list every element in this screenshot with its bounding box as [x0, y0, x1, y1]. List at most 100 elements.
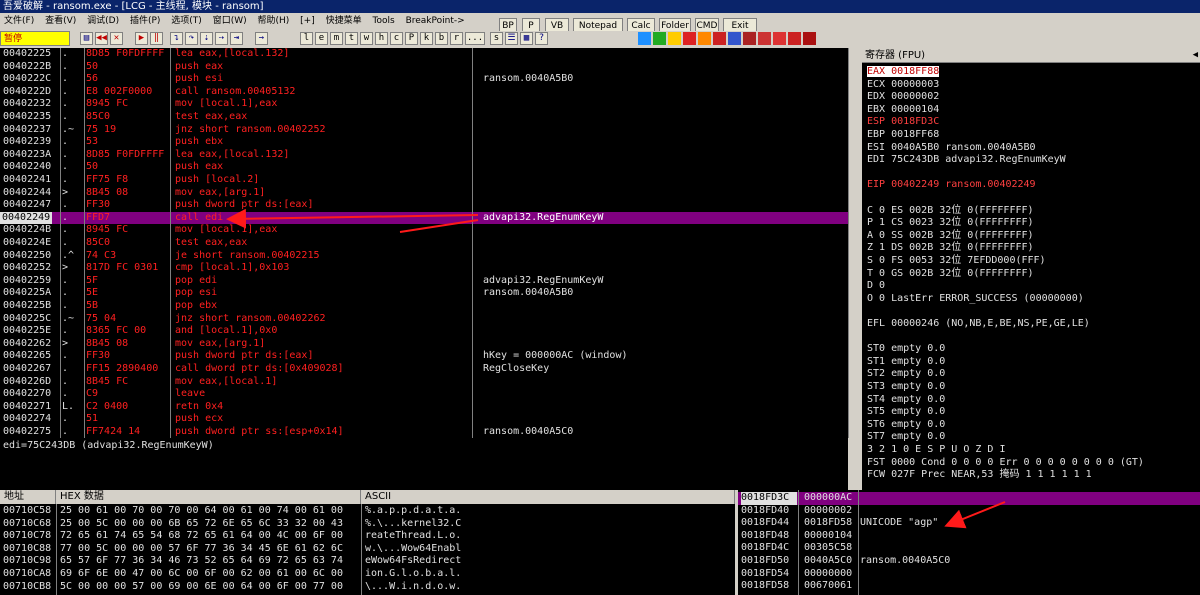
- disasm-row[interactable]: 0040222D. E8 002F0000 call ransom.00405132: [0, 86, 848, 99]
- register-line[interactable]: ST3 empty 0.0: [867, 381, 945, 393]
- disasm-row[interactable]: 00402225. 8D85 F0FDFFFF lea eax,[local.132…: [0, 48, 848, 61]
- disasm-row[interactable]: 00402259. 5F pop edi advapi32.RegEnumKeyW: [0, 275, 848, 288]
- toolbar-b[interactable]: b: [435, 32, 448, 45]
- run-icon[interactable]: ▶: [135, 32, 148, 45]
- toolbar-l[interactable]: l: [300, 32, 313, 45]
- disasm-row[interactable]: 0040222B. 50 push eax: [0, 61, 848, 74]
- disasm-row[interactable]: 0040225B. 5B pop ebx: [0, 300, 848, 313]
- disasm-row[interactable]: 0040223A. 8D85 F0FDFFFF lea eax,[local.132…: [0, 149, 848, 162]
- dump-row[interactable]: 00710CB8 5C 00 00 00 57 00 69 00 6E 00 64…: [0, 581, 735, 594]
- register-line[interactable]: S 0 FS 0053 32位 7EFDD000(FFF): [867, 255, 1046, 267]
- stack-row[interactable]: 0018FD40 00000002: [738, 505, 1200, 518]
- disassembly-pane[interactable]: 00402225. 8D85 F0FDFFFF lea eax,[local.132…: [0, 48, 848, 438]
- register-line[interactable]: EIP 00402249 ransom.00402249: [867, 179, 1036, 191]
- toolbar-r[interactable]: r: [450, 32, 463, 45]
- disasm-row[interactable]: 00402271 L. C2 0400 retn 0x4: [0, 401, 848, 414]
- register-line[interactable]: O 0 LastErr ERROR_SUCCESS (00000000): [867, 293, 1084, 305]
- registers-title[interactable]: 寄存器 (FPU): [862, 48, 1200, 63]
- disasm-row[interactable]: 00402274. 51 push ecx: [0, 413, 848, 426]
- plugin-icon-8[interactable]: [743, 32, 756, 45]
- plugin-icon-10[interactable]: [773, 32, 786, 45]
- register-line[interactable]: T 0 GS 002B 32位 0(FFFFFFFF): [867, 268, 1034, 280]
- disasm-row[interactable]: 0040225E. 8365 FC 00 and [local.1],0x0: [0, 325, 848, 338]
- toolbar-P[interactable]: P: [405, 32, 418, 45]
- dump-row[interactable]: 00710C58 25 00 61 00 70 00 70 00 64 00 61…: [0, 505, 735, 518]
- open-icon[interactable]: ▤: [80, 32, 93, 45]
- register-line[interactable]: EFL 00000246 (NO,NB,E,BE,NS,PE,GE,LE): [867, 318, 1090, 330]
- disasm-row[interactable]: 0040224B. 8945 FC mov [local.1],eax: [0, 224, 848, 237]
- stack-row[interactable]: 0018FD58 00670061: [738, 580, 1200, 593]
- plugin-icon-9[interactable]: [758, 32, 771, 45]
- dump-row[interactable]: 00710C78 72 65 61 74 65 54 68 72 65 61 64…: [0, 530, 735, 543]
- dump-pane[interactable]: 地址 HEX 数据 ASCII 00710C58 25 00 61 00 70 0…: [0, 490, 735, 595]
- register-line[interactable]: ST4 empty 0.0: [867, 394, 945, 406]
- register-line[interactable]: ECX 00000003: [867, 79, 939, 91]
- trace-over-icon[interactable]: ⇢: [215, 32, 228, 45]
- register-line[interactable]: D 0: [867, 280, 885, 292]
- plugin-icon-6[interactable]: [713, 32, 726, 45]
- menu-help[interactable]: 帮助(H): [254, 13, 294, 30]
- menu-file[interactable]: 文件(F): [0, 13, 38, 30]
- stack-row[interactable]: 0018FD44 0018FD58 UNICODE "agp": [738, 517, 1200, 530]
- disasm-row[interactable]: 00402247. FF30 push dword ptr ds:[eax]: [0, 199, 848, 212]
- list-icon[interactable]: ☰: [505, 32, 518, 45]
- menu-shortcuts[interactable]: 快捷菜单: [322, 13, 366, 30]
- disasm-row[interactable]: 00402232. 8945 FC mov [local.1],eax: [0, 98, 848, 111]
- register-line[interactable]: EDI 75C243DB advapi32.RegEnumKeyW: [867, 154, 1066, 166]
- disasm-row[interactable]: 00402240. 50 push eax: [0, 161, 848, 174]
- disasm-row[interactable]: 00402250 .^ 74 C3 je short ransom.00402215: [0, 250, 848, 263]
- rewind-icon[interactable]: ◀◀: [95, 32, 108, 45]
- register-line[interactable]: ESI 0040A5B0 ransom.0040A5B0: [867, 142, 1036, 154]
- register-line[interactable]: A 0 SS 002B 32位 0(FFFFFFFF): [867, 230, 1034, 242]
- plugin-icon-7[interactable]: [728, 32, 741, 45]
- menu-debug[interactable]: 调试(D): [83, 13, 123, 30]
- dump-row[interactable]: 00710C98 65 57 6F 77 36 34 46 73 52 65 64…: [0, 555, 735, 568]
- disasm-row[interactable]: 00402262 >8B45 08 mov eax,[arg.1]: [0, 338, 848, 351]
- disasm-row[interactable]: 00402239. 53 push ebx: [0, 136, 848, 149]
- disasm-row[interactable]: 00402275. FF7424 14 push dword ptr ss:[esp…: [0, 426, 848, 438]
- disasm-row[interactable]: 00402241. FF75 F8 push [local.2]: [0, 174, 848, 187]
- stack-row[interactable]: 0018FD4C 00305C58: [738, 542, 1200, 555]
- disasm-row[interactable]: 00402237 .~ 75 19 jnz short ransom.00402252: [0, 124, 848, 137]
- step-into-icon[interactable]: ↴: [170, 32, 183, 45]
- register-line[interactable]: ST5 empty 0.0: [867, 406, 945, 418]
- pause-icon[interactable]: ‖: [150, 32, 163, 45]
- dump-header-address[interactable]: 地址: [0, 490, 56, 504]
- disasm-row[interactable]: 00402270. C9 leave: [0, 388, 848, 401]
- toolbar-e[interactable]: e: [315, 32, 328, 45]
- plugin-icon-11[interactable]: [788, 32, 801, 45]
- toolbar-c[interactable]: c: [390, 32, 403, 45]
- disasm-row[interactable]: 00402265. FF30 push dword ptr ds:[eax] hKey…: [0, 350, 848, 363]
- plugin-icon-2[interactable]: [653, 32, 666, 45]
- menu-options[interactable]: 选项(T): [167, 13, 206, 30]
- disasm-row[interactable]: 00402252 >817D FC 0301 cmp [local.1],0x103: [0, 262, 848, 275]
- toolbar-m[interactable]: m: [330, 32, 343, 45]
- register-line[interactable]: EBP 0018FF68: [867, 129, 939, 141]
- dump-row[interactable]: 00710C88 77 00 5C 00 00 00 57 6F 77 36 34…: [0, 543, 735, 556]
- register-line[interactable]: FCW 027F Prec NEAR,53 掩码 1 1 1 1 1 1: [867, 469, 1092, 481]
- plugin-icon-4[interactable]: [683, 32, 696, 45]
- menu-plus[interactable]: [+]: [296, 13, 319, 30]
- dump-row[interactable]: 00710CA8 69 6F 6E 00 47 00 6C 00 6F 00 62…: [0, 568, 735, 581]
- menu-window[interactable]: 窗口(W): [209, 13, 251, 30]
- register-line[interactable]: ST0 empty 0.0: [867, 343, 945, 355]
- registers-pane[interactable]: 寄存器 (FPU) ◀ EAX 0018FF88 ECX 00000003 EDX …: [862, 48, 1200, 490]
- grid-icon[interactable]: ▦: [520, 32, 533, 45]
- disasm-row[interactable]: 0040226D. 8B45 FC mov eax,[local.1]: [0, 376, 848, 389]
- stack-pane[interactable]: 0018FD3C 000000AC 0018FD40 00000002 0018FD44…: [738, 490, 1200, 595]
- plugin-icon-5[interactable]: [698, 32, 711, 45]
- stack-row[interactable]: 0018FD48 00000104: [738, 530, 1200, 543]
- register-line[interactable]: ESP 0018FD3C: [867, 116, 939, 128]
- menu-plugins[interactable]: 插件(P): [126, 13, 164, 30]
- help-icon[interactable]: ?: [535, 32, 548, 45]
- toolbar-s[interactable]: s: [490, 32, 503, 45]
- toolbar-more[interactable]: ...: [465, 32, 485, 45]
- register-line[interactable]: Z 1 DS 002B 32位 0(FFFFFFFF): [867, 242, 1034, 254]
- menu-breakpoint[interactable]: BreakPoint->: [402, 13, 469, 30]
- register-line[interactable]: EAX 0018FF88: [867, 66, 940, 78]
- toolbar-k[interactable]: k: [420, 32, 433, 45]
- disasm-row[interactable]: 00402267. FF15 2890400 call dword ptr ds:[…: [0, 363, 848, 376]
- registers-scroll-left-icon[interactable]: ◀: [1193, 50, 1198, 60]
- disassembly-scrollbar[interactable]: [848, 48, 862, 438]
- stack-row[interactable]: 0018FD3C 000000AC: [738, 492, 1200, 505]
